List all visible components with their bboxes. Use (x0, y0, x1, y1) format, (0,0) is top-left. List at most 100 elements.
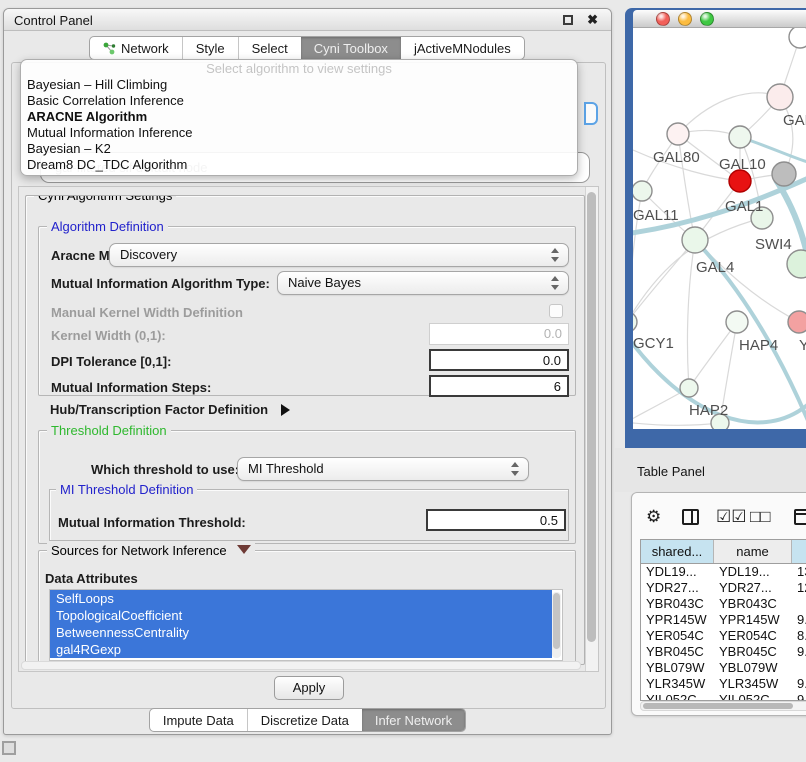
table-row[interactable]: YBR043CYBR043C (641, 596, 806, 612)
dock-grip-icon[interactable] (2, 741, 16, 755)
mi-threshold-field[interactable]: 0.5 (426, 509, 566, 531)
aracne-mode-combo[interactable]: Discovery (109, 243, 569, 267)
table-partial-icon[interactable] (794, 509, 806, 525)
list-scrollbar[interactable] (552, 592, 561, 658)
tab-label: jActiveMNodules (414, 41, 511, 56)
float-window-icon[interactable] (563, 15, 573, 25)
dropdown-item[interactable]: Basic Correlation Inference (21, 93, 577, 109)
table-panel-titlebar: Table Panel (615, 448, 806, 492)
table-cell: YBL079W (641, 660, 714, 676)
network-edge (687, 240, 695, 388)
tab-discretize-data[interactable]: Discretize Data (247, 709, 362, 731)
network-node[interactable] (680, 379, 698, 397)
dropdown-item[interactable]: Bayesian – K2 (21, 141, 577, 157)
network-node[interactable] (726, 311, 748, 333)
table-column-header[interactable]: name (714, 540, 792, 563)
attribute-list-item[interactable]: BetweennessCentrality (50, 624, 552, 641)
split-columns-icon[interactable] (682, 509, 699, 525)
table-cell: YER054C (641, 628, 714, 644)
settings-scrollbar[interactable] (585, 187, 598, 671)
attribute-list-item[interactable]: gal4RGexp (50, 641, 552, 658)
tab-network[interactable]: Network (90, 37, 182, 59)
mi-type-label: Mutual Information Algorithm Type: (51, 276, 270, 291)
which-threshold-combo[interactable]: MI Threshold (237, 457, 529, 481)
tab-infer-network[interactable]: Infer Network (362, 709, 465, 731)
network-node[interactable] (633, 312, 637, 332)
sources-title: Sources for Network Inference (51, 543, 227, 558)
network-node-label: GCY1 (633, 335, 674, 352)
table-row[interactable]: YBR045CYBR045C9. (641, 644, 806, 660)
settings-scrollpane: Cyni Algorithm Settings Algorithm Defini… (18, 186, 599, 672)
table-row[interactable]: YIL052CYIL052C9 (641, 692, 806, 701)
list-scrollbar-thumb[interactable] (553, 593, 560, 649)
tab-impute-data[interactable]: Impute Data (150, 709, 247, 731)
network-node-label: GAL4 (696, 259, 734, 276)
attribute-list-item[interactable]: TopologicalCoefficient (50, 607, 552, 624)
mi-type-combo[interactable]: Naive Bayes (277, 271, 569, 295)
table-cell: YDL19... (714, 564, 792, 580)
node-table: shared...nameA YDL19...YDL19...13YDR27..… (640, 539, 806, 701)
table-cell (792, 596, 806, 612)
select-all-checks-icon[interactable]: ☑☑ (716, 503, 746, 531)
network-node-label: GAL (783, 112, 806, 129)
network-node[interactable] (667, 123, 689, 145)
tab-style[interactable]: Style (182, 37, 238, 59)
dropdown-item[interactable]: ARACNE Algorithm (21, 109, 577, 125)
table-row[interactable]: YLR345WYLR345W9. (641, 676, 806, 692)
kernel-width-field[interactable]: 0.0 (429, 323, 569, 345)
table-cell: 9. (792, 644, 806, 660)
group-title: Threshold Definition (47, 423, 171, 438)
table-row[interactable]: YER054CYER054C8. (641, 628, 806, 644)
close-icon[interactable]: ✖ (587, 12, 598, 28)
dpi-tolerance-field[interactable]: 0.0 (429, 349, 569, 371)
dropdown-item[interactable]: Mutual Information Inference (21, 125, 577, 141)
settings-scrollbar-thumb[interactable] (587, 192, 596, 642)
network-node[interactable] (789, 28, 806, 48)
traffic-light-close-icon[interactable] (656, 12, 670, 26)
table-hscrollbar-thumb[interactable] (643, 703, 793, 709)
settings-hscrollbar[interactable] (21, 661, 581, 670)
table-row[interactable]: YBL079WYBL079W (641, 660, 806, 676)
unselect-all-boxes-icon[interactable]: □□ (750, 503, 771, 531)
control-panel-tabbar: Network Style Select Cyni Toolbox jActiv… (89, 36, 525, 60)
traffic-light-zoom-icon[interactable] (700, 12, 714, 26)
network-edge (689, 322, 737, 388)
network-node[interactable] (788, 311, 806, 333)
table-row[interactable]: YDL19...YDL19...13 (641, 564, 806, 580)
table-hscrollbar[interactable] (640, 701, 806, 711)
network-canvas[interactable]: GALGAL80GAL10GAL1GAL11SWI4GAL4GCY1HAP4YH… (633, 28, 806, 429)
table-row[interactable]: YDR27...YDR27...12 (641, 580, 806, 596)
network-node[interactable] (729, 170, 751, 192)
network-node[interactable] (772, 162, 796, 186)
network-node[interactable] (787, 250, 806, 278)
table-cell: 12 (792, 580, 806, 596)
tab-cyni-toolbox[interactable]: Cyni Toolbox (301, 37, 401, 59)
network-node[interactable] (633, 181, 652, 201)
table-column-header[interactable]: shared... (641, 540, 714, 563)
table-toolbar: ⚙ ☑☑□□ (632, 503, 806, 533)
manual-kernel-checkbox[interactable] (549, 304, 563, 318)
table-column-header[interactable]: A (792, 540, 806, 563)
traffic-light-minimize-icon[interactable] (678, 12, 692, 26)
attribute-list-item[interactable]: SelfLoops (50, 590, 552, 607)
network-tab-icon (103, 42, 116, 55)
network-view-titlebar[interactable] (633, 10, 806, 28)
network-node[interactable] (767, 84, 793, 110)
tab-select[interactable]: Select (238, 37, 301, 59)
network-node[interactable] (729, 126, 751, 148)
network-node-label: GAL80 (653, 149, 700, 166)
table-cell: YDL19... (641, 564, 714, 580)
apply-button[interactable]: Apply (274, 676, 344, 700)
settings-gear-icon[interactable]: ⚙ (646, 503, 661, 531)
dropdown-item[interactable]: Dream8 DC_TDC Algorithm (21, 157, 577, 173)
dropdown-item[interactable]: Bayesian – Hill Climbing (21, 77, 577, 93)
table-cell: 8. (792, 628, 806, 644)
algorithm-combo-fragment[interactable] (584, 102, 598, 125)
hub-factor-toggle[interactable]: Hub/Transcription Factor Definition (50, 402, 290, 417)
network-node[interactable] (682, 227, 708, 253)
table-row[interactable]: YPR145WYPR145W9. (641, 612, 806, 628)
dpi-tolerance-label: DPI Tolerance [0,1]: (51, 354, 171, 369)
mi-steps-field[interactable]: 6 (429, 375, 569, 397)
tab-jactivemnodules[interactable]: jActiveMNodules (401, 37, 524, 59)
sources-toggle[interactable]: Sources for Network Inference (47, 543, 255, 558)
